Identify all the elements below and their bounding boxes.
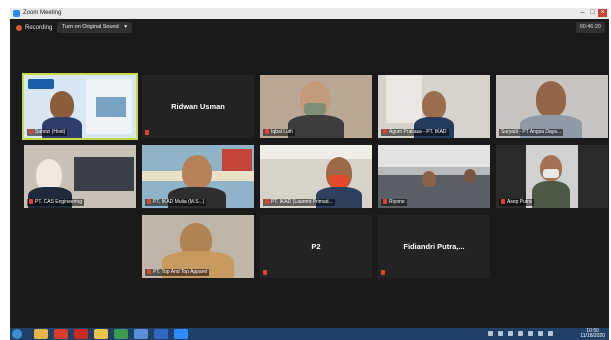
muted-mic-icon xyxy=(501,199,505,205)
video-tile[interactable]: Iqbal Lutfi xyxy=(260,75,372,138)
participant-face xyxy=(536,81,566,117)
muted-mic-icon xyxy=(265,129,269,135)
recording-label: Recording xyxy=(25,25,53,31)
face-mask xyxy=(304,103,326,115)
chrome-icon[interactable] xyxy=(114,329,128,339)
muted-mic-icon xyxy=(383,129,387,135)
video-tile[interactable]: Fidiandri Putra,... xyxy=(378,215,490,278)
app-tray-icon[interactable] xyxy=(518,331,523,336)
zoom-taskbar-icon[interactable] xyxy=(174,329,188,339)
video-tile[interactable]: Suryadi - PT Angsa Daya... xyxy=(496,75,608,138)
participant-name: Agum Prakasa - PT. IKAD xyxy=(381,129,449,136)
participant-name: Iqbal Lutfi xyxy=(263,129,295,136)
participant-name: Fidiandri Putra,... xyxy=(403,242,465,251)
muted-mic-icon xyxy=(265,199,269,205)
app-tray-icon[interactable] xyxy=(508,331,513,336)
participant-name: PT. IKAD Mulia (M.S...) xyxy=(145,199,207,206)
app-icon[interactable] xyxy=(134,329,148,339)
start-button-icon[interactable] xyxy=(12,329,22,339)
maximize-icon[interactable]: □ xyxy=(588,9,597,17)
muted-mic-icon xyxy=(383,199,387,205)
zoom-window: Zoom Meeting – □ × Recording Turn on Ori… xyxy=(10,8,609,328)
pdf-reader-icon[interactable] xyxy=(74,329,88,339)
acrobat-icon[interactable] xyxy=(54,329,68,339)
video-tile[interactable]: Agum Prakasa - PT. IKAD xyxy=(378,75,490,138)
participant-face xyxy=(50,91,74,119)
participant-name: Riyono xyxy=(381,199,407,206)
minimize-icon[interactable]: – xyxy=(578,9,587,17)
network-icon[interactable] xyxy=(498,331,503,336)
folder-icon[interactable] xyxy=(94,329,108,339)
title-bar: Zoom Meeting – □ × xyxy=(10,8,609,19)
video-tile[interactable]: P2 xyxy=(260,215,372,278)
recording-icon xyxy=(16,25,22,31)
muted-mic-icon xyxy=(29,129,33,135)
file-explorer-icon[interactable] xyxy=(34,329,48,339)
participant-name: Asep Putra xyxy=(499,199,534,206)
muted-mic-icon xyxy=(263,270,267,275)
video-tile[interactable]: PT. IKAD (Laurent Primad... xyxy=(260,145,372,208)
participant-name: Ridwan Usman xyxy=(171,102,225,111)
video-tile[interactable]: PT. CAS Engineering xyxy=(24,145,136,208)
participant-name: PT. CAS Engineering xyxy=(27,199,84,206)
face-mask xyxy=(543,169,559,178)
muted-mic-icon xyxy=(145,130,149,135)
original-sound-label: Turn on Original Sound xyxy=(62,24,119,30)
video-tile[interactable]: Asep Putra xyxy=(496,145,608,208)
chevron-down-icon[interactable]: ▾ xyxy=(124,24,127,30)
word-icon[interactable] xyxy=(154,329,168,339)
meeting-timer: 00:46:20 xyxy=(575,22,605,33)
participant-name: Sahrizi (Host) xyxy=(27,129,68,136)
video-tile[interactable]: PT. IKAD Mulia (M.S...) xyxy=(142,145,254,208)
window-title: Zoom Meeting xyxy=(23,10,62,16)
participant-face xyxy=(422,171,436,187)
muted-mic-icon xyxy=(147,199,151,205)
video-tile[interactable]: Sahrizi (Host) xyxy=(22,73,138,140)
windows-taskbar: 10:50 11/18/2020 xyxy=(10,328,609,340)
participant-face xyxy=(182,155,212,189)
meeting-top-bar: Recording Turn on Original Sound ▾ 00:46… xyxy=(10,19,609,37)
participant-name: Suryadi - PT Angsa Daya... xyxy=(499,129,564,136)
participant-face xyxy=(422,91,446,119)
participant-name: PT. IKAD (Laurent Primad... xyxy=(263,199,335,206)
video-tile[interactable]: Riyono xyxy=(378,145,490,208)
participant-name: PT. Top And Top Apparel xyxy=(145,269,210,276)
video-tile[interactable]: Ridwan Usman xyxy=(142,75,254,138)
company-logo xyxy=(28,79,54,89)
clock-date: 11/18/2020 xyxy=(580,333,605,339)
zoom-logo-icon xyxy=(13,10,20,17)
muted-mic-icon xyxy=(29,199,33,205)
gallery-grid: Sahrizi (Host) Ridwan Usman Iqbal Lutfi … xyxy=(22,73,609,278)
video-tile[interactable]: PT. Top And Top Apparel xyxy=(142,215,254,278)
wifi-icon[interactable] xyxy=(538,331,543,336)
tray-arrow-icon[interactable] xyxy=(488,331,493,336)
flag-icon[interactable] xyxy=(528,331,533,336)
muted-mic-icon xyxy=(381,270,385,275)
muted-mic-icon xyxy=(147,269,151,275)
face-mask xyxy=(329,175,349,187)
original-sound-button[interactable]: Turn on Original Sound ▾ xyxy=(57,22,132,33)
volume-icon[interactable] xyxy=(548,331,553,336)
participant-name: P2 xyxy=(311,242,321,251)
system-clock[interactable]: 10:50 11/18/2020 xyxy=(580,329,605,339)
close-icon[interactable]: × xyxy=(598,9,607,17)
